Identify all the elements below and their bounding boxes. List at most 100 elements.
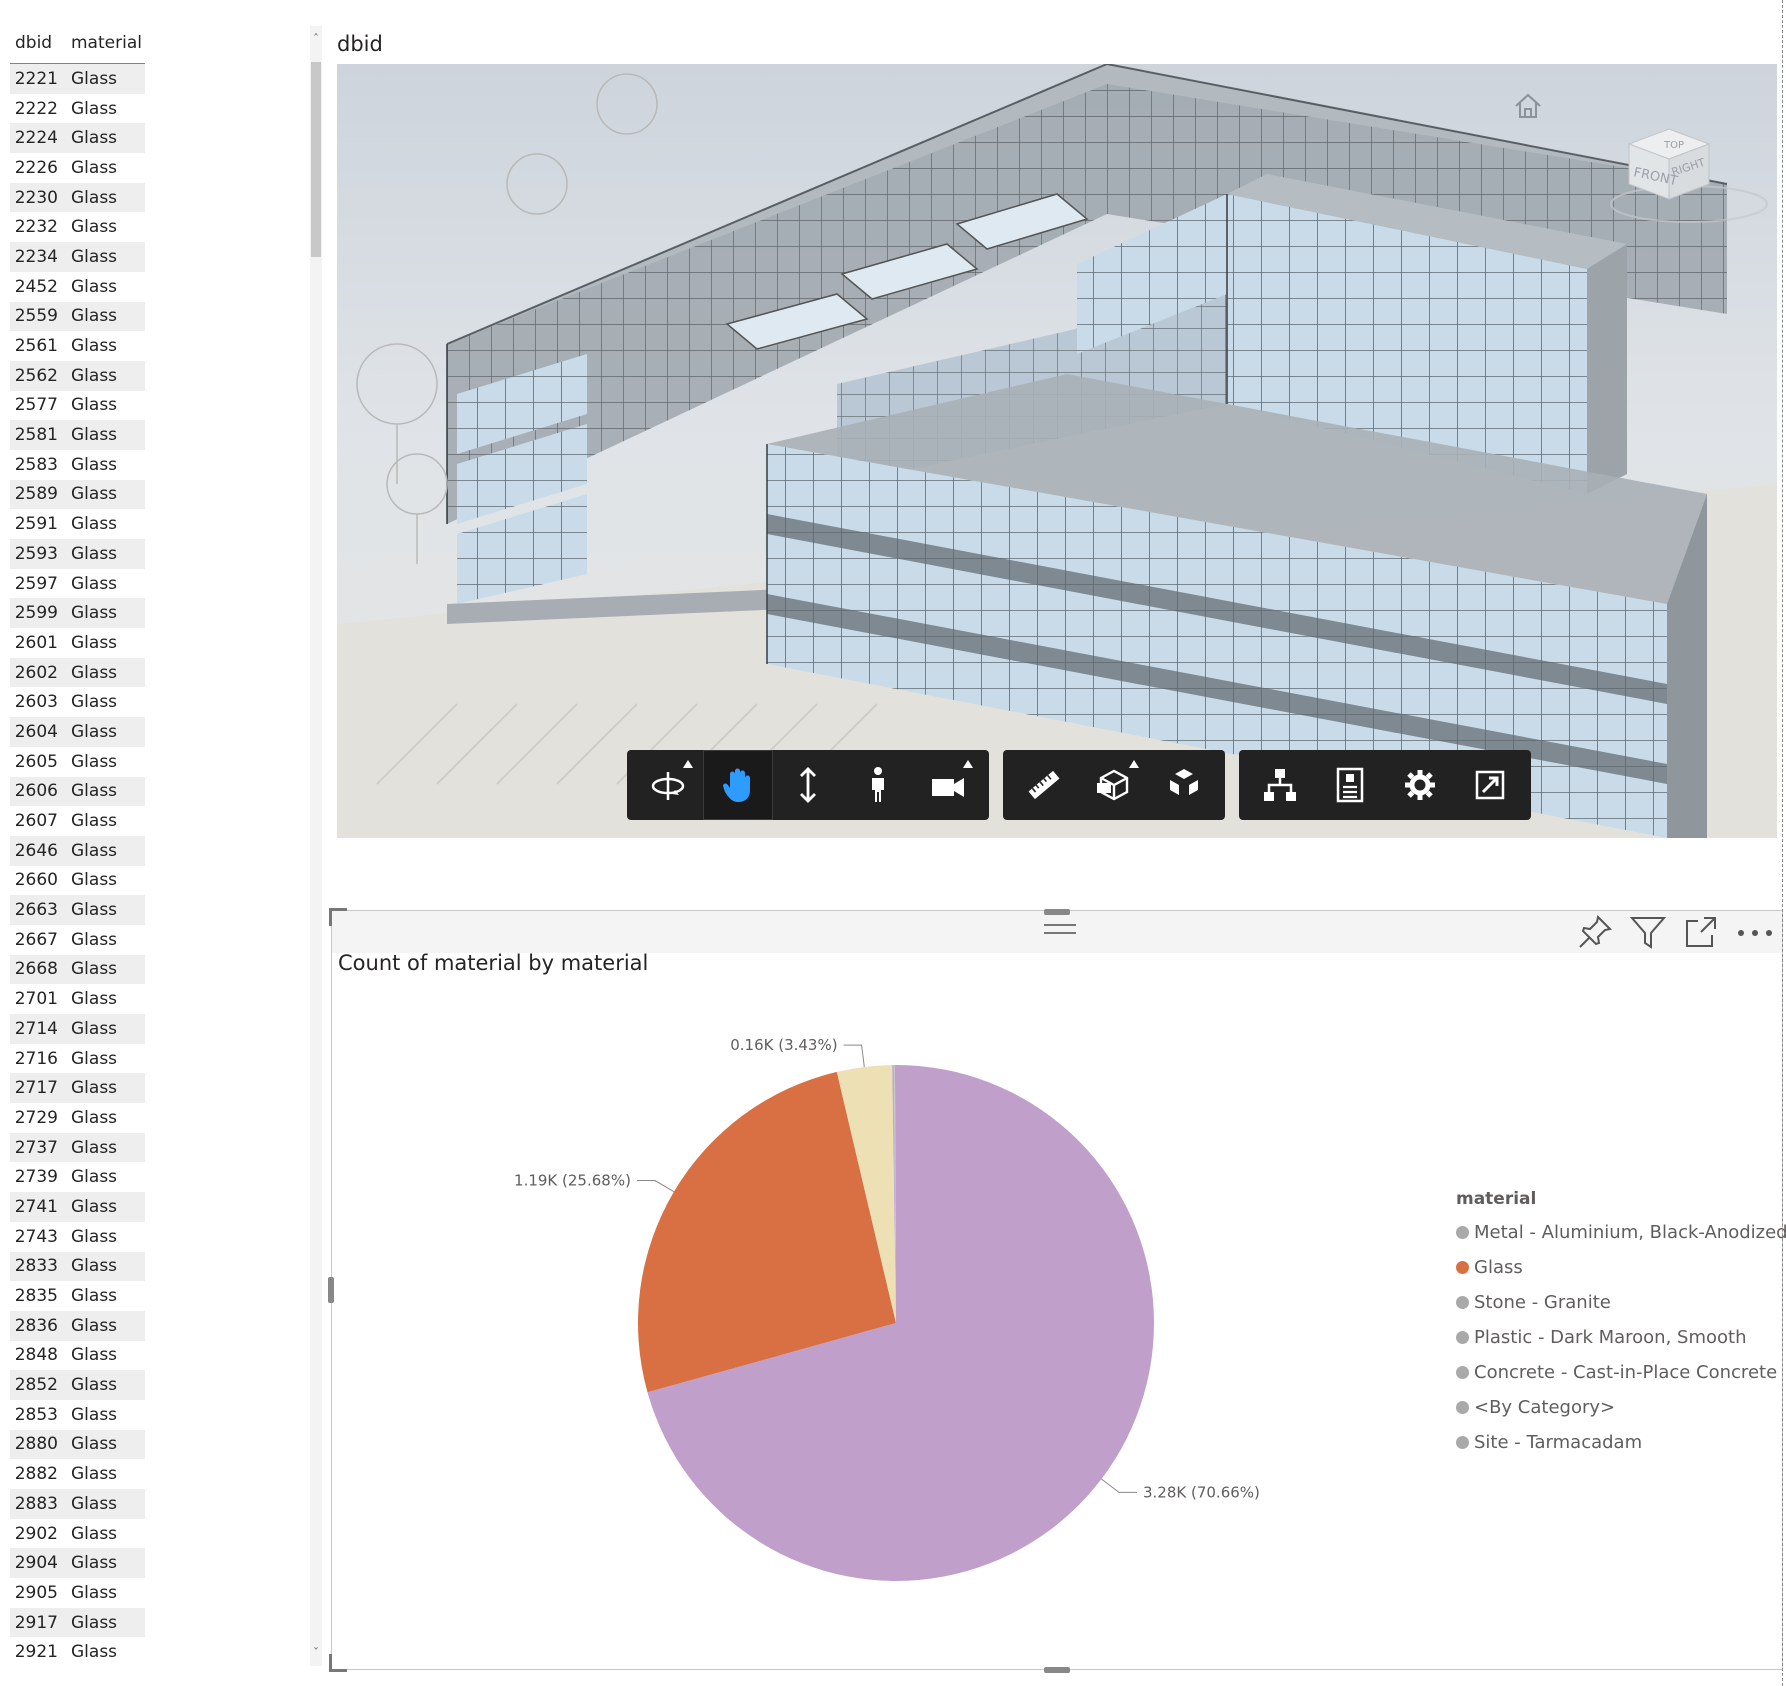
measure-icon[interactable] — [1009, 750, 1079, 820]
legend-item[interactable]: Site - Tarmacadam — [1456, 1425, 1786, 1460]
table-row[interactable]: 2601 Glass — [10, 628, 145, 658]
table-row[interactable]: 2741 Glass — [10, 1192, 145, 1222]
table-row[interactable]: 2921 Glass — [10, 1637, 145, 1667]
table-row[interactable]: 2848 Glass — [10, 1341, 145, 1371]
explode-icon[interactable] — [1149, 750, 1219, 820]
legend-marker — [1456, 1226, 1469, 1239]
table-row[interactable]: 2234 Glass — [10, 242, 145, 272]
table-row[interactable]: 2603 Glass — [10, 687, 145, 717]
scroll-down-arrow-icon[interactable]: ˇ — [310, 1646, 322, 1660]
table-scrollbar[interactable]: ˆ ˇ — [310, 26, 322, 1666]
modeling-tools-group — [1003, 750, 1225, 820]
model-browser-icon[interactable] — [1245, 750, 1315, 820]
table-row[interactable]: 2226 Glass — [10, 153, 145, 183]
3d-model-viewer[interactable]: TOP FRONT RIGHT — [337, 64, 1777, 838]
table-row[interactable]: 2880 Glass — [10, 1429, 145, 1460]
table-row[interactable]: 2836 Glass — [10, 1310, 145, 1341]
table-row[interactable]: 2602 Glass — [10, 657, 145, 688]
table-row[interactable]: 2589 Glass — [10, 479, 145, 510]
table-row[interactable]: 2902 Glass — [10, 1519, 145, 1549]
orbit-icon[interactable] — [633, 750, 703, 820]
table-row[interactable]: 2605 Glass — [10, 747, 145, 777]
legend-item[interactable]: Concrete - Cast-in-Place Concrete — [1456, 1355, 1786, 1390]
table-row[interactable]: 2561 Glass — [10, 331, 145, 361]
cell-dbid: 2883 — [14, 1493, 58, 1514]
legend-item[interactable]: Plastic - Dark Maroon, Smooth — [1456, 1320, 1786, 1355]
building-model[interactable] — [337, 64, 1777, 838]
cell-dbid: 2604 — [14, 721, 58, 742]
table-row[interactable]: 2904 Glass — [10, 1548, 145, 1579]
zoom-icon[interactable] — [773, 750, 843, 820]
table-row[interactable]: 2221 Glass — [10, 64, 145, 94]
column-header-dbid[interactable]: dbid — [10, 33, 64, 53]
legend-label: Concrete - Cast-in-Place Concrete — [1474, 1362, 1778, 1383]
table-row[interactable]: 2646 Glass — [10, 835, 145, 866]
scroll-thumb[interactable] — [311, 62, 321, 257]
table-row[interactable]: 2667 Glass — [10, 925, 145, 955]
legend-item[interactable]: Stone - Granite — [1456, 1285, 1786, 1320]
table-row[interactable]: 2230 Glass — [10, 182, 145, 213]
data-label-leader — [636, 1180, 675, 1193]
legend-item[interactable]: <By Category> — [1456, 1390, 1786, 1425]
first-person-icon[interactable] — [843, 750, 913, 820]
cell-dbid: 2701 — [14, 989, 58, 1010]
camera-icon[interactable] — [913, 750, 983, 820]
legend-marker — [1456, 1261, 1469, 1274]
cell-material: Glass — [71, 811, 118, 832]
properties-icon[interactable] — [1315, 750, 1385, 820]
section-icon[interactable] — [1079, 750, 1149, 820]
table-row[interactable]: 2835 Glass — [10, 1281, 145, 1311]
scroll-up-arrow-icon[interactable]: ˆ — [310, 32, 322, 46]
table-row[interactable]: 2593 Glass — [10, 539, 145, 569]
cell-material: Glass — [71, 543, 118, 564]
table-row[interactable]: 2232 Glass — [10, 212, 145, 242]
table-row[interactable]: 2716 Glass — [10, 1044, 145, 1074]
legend-item[interactable]: Glass — [1456, 1250, 1786, 1285]
table-row[interactable]: 2833 Glass — [10, 1251, 145, 1282]
table-row[interactable]: 2222 Glass — [10, 94, 145, 124]
table-row[interactable]: 2559 Glass — [10, 301, 145, 332]
table-row[interactable]: 2714 Glass — [10, 1014, 145, 1044]
table-row[interactable]: 2591 Glass — [10, 509, 145, 539]
legend-item[interactable]: Metal - Aluminium, Black-Anodized — [1456, 1215, 1786, 1250]
table-row[interactable]: 2562 Glass — [10, 360, 145, 391]
table-row[interactable]: 2597 Glass — [10, 569, 145, 599]
table-row[interactable]: 2224 Glass — [10, 123, 145, 154]
viewcube-top-label: TOP — [1663, 140, 1684, 151]
table-row[interactable]: 2668 Glass — [10, 954, 145, 985]
cell-material: Glass — [71, 989, 118, 1010]
table-row[interactable]: 2717 Glass — [10, 1073, 145, 1104]
table-row[interactable]: 2737 Glass — [10, 1132, 145, 1163]
table-row[interactable]: 2905 Glass — [10, 1578, 145, 1608]
table-row[interactable]: 2729 Glass — [10, 1103, 145, 1133]
table-row[interactable]: 2606 Glass — [10, 776, 145, 807]
column-header-material[interactable]: material — [64, 33, 142, 53]
table-row[interactable]: 2739 Glass — [10, 1162, 145, 1192]
table-row[interactable]: 2607 Glass — [10, 806, 145, 836]
cell-material: Glass — [71, 1196, 118, 1217]
table-row[interactable]: 2917 Glass — [10, 1607, 145, 1638]
table-row[interactable]: 2663 Glass — [10, 895, 145, 925]
legend-title: material — [1456, 1189, 1537, 1209]
table-row[interactable]: 2604 Glass — [10, 717, 145, 747]
table-row[interactable]: 2882 Glass — [10, 1459, 145, 1489]
table-row[interactable]: 2660 Glass — [10, 866, 145, 896]
cell-dbid: 2663 — [14, 900, 58, 921]
table-row[interactable]: 2599 Glass — [10, 598, 145, 629]
table-row[interactable]: 2883 Glass — [10, 1489, 145, 1519]
table-row[interactable]: 2577 Glass — [10, 391, 145, 421]
table-row[interactable]: 2583 Glass — [10, 450, 145, 480]
table-row[interactable]: 2853 Glass — [10, 1400, 145, 1430]
cell-dbid: 2452 — [14, 276, 58, 297]
view-cube[interactable]: TOP FRONT RIGHT — [1609, 124, 1769, 224]
settings-icon[interactable] — [1385, 750, 1455, 820]
table-row[interactable]: 2581 Glass — [10, 420, 145, 450]
table-row[interactable]: 2852 Glass — [10, 1370, 145, 1400]
table-row[interactable]: 2743 Glass — [10, 1222, 145, 1252]
home-icon[interactable] — [1513, 92, 1543, 120]
table-row[interactable]: 2701 Glass — [10, 984, 145, 1014]
table-row[interactable]: 2452 Glass — [10, 272, 145, 302]
pie-chart-visual[interactable]: Count of material by material 3.28K (70.… — [328, 908, 1786, 1673]
fullscreen-icon[interactable] — [1455, 750, 1525, 820]
pan-icon[interactable] — [703, 750, 773, 820]
